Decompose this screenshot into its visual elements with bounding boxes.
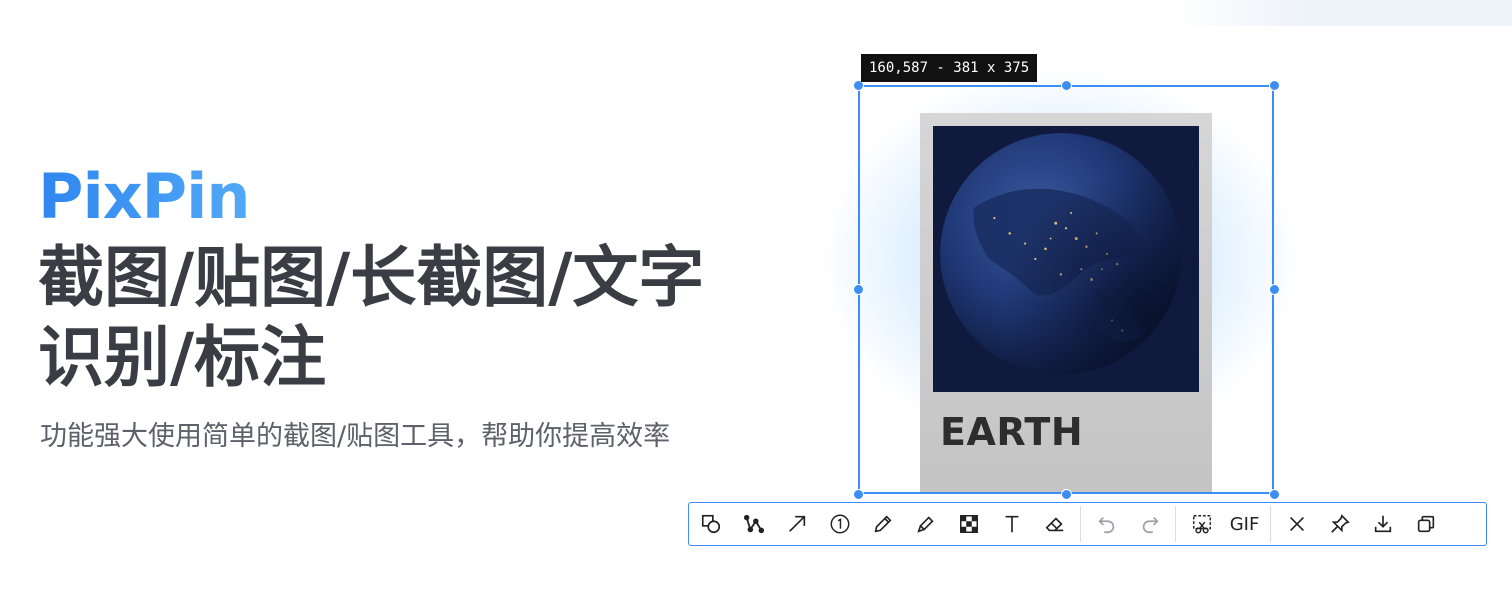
annotation-toolbar: GIF bbox=[688, 502, 1487, 546]
scroll-capture-icon bbox=[1192, 515, 1211, 534]
top-strip bbox=[1170, 0, 1512, 26]
resize-handle-bottom-right[interactable] bbox=[1269, 489, 1280, 500]
headline: 截图/贴图/长截图/文字 识别/标注 bbox=[38, 238, 758, 398]
mosaic-icon bbox=[959, 515, 978, 533]
save-button[interactable] bbox=[1361, 504, 1404, 544]
marker-tool-button[interactable] bbox=[904, 504, 947, 544]
resize-handle-top-right[interactable] bbox=[1269, 80, 1280, 91]
subtitle: 功能强大使用简单的截图/贴图工具，帮助你提高效率 bbox=[40, 421, 671, 452]
number-tool-button[interactable] bbox=[818, 504, 861, 544]
marker-icon bbox=[916, 516, 934, 533]
selection-frame[interactable] bbox=[858, 85, 1274, 494]
shape-tool-button[interactable] bbox=[689, 504, 732, 544]
headline-line-1: 截图/贴图/长截图/文字 bbox=[38, 239, 705, 316]
resize-handle-bottom[interactable] bbox=[1061, 489, 1072, 500]
redo-button[interactable] bbox=[1128, 504, 1171, 544]
toolbar-group-actions bbox=[1275, 503, 1447, 545]
undo-icon bbox=[1097, 516, 1114, 534]
polyline-tool-button[interactable] bbox=[732, 504, 775, 544]
close-icon bbox=[1289, 516, 1304, 532]
gif-icon: GIF bbox=[1229, 513, 1260, 535]
copy-icon bbox=[1417, 515, 1434, 533]
mosaic-tool-button[interactable] bbox=[947, 504, 990, 544]
undo-button[interactable] bbox=[1085, 504, 1128, 544]
number-circle-icon bbox=[830, 514, 849, 534]
copy-button[interactable] bbox=[1404, 504, 1447, 544]
toolbar-group-draw bbox=[689, 503, 1076, 545]
toolbar-group-history bbox=[1085, 503, 1171, 545]
resize-handle-right[interactable] bbox=[1269, 284, 1280, 295]
arrow-tool-button[interactable] bbox=[775, 504, 818, 544]
brand-title: PixPin bbox=[38, 160, 251, 233]
resize-handle-bottom-left[interactable] bbox=[853, 489, 864, 500]
headline-line-2: 识别/标注 bbox=[38, 319, 327, 396]
redo-icon bbox=[1142, 516, 1159, 534]
gif-record-button[interactable]: GIF bbox=[1223, 504, 1266, 544]
toolbar-separator bbox=[1175, 506, 1176, 542]
download-icon bbox=[1374, 515, 1391, 533]
pin-button[interactable] bbox=[1318, 504, 1361, 544]
dimension-label: 160,587 - 381 x 375 bbox=[861, 54, 1038, 82]
pin-icon bbox=[1330, 514, 1350, 533]
long-screenshot-button[interactable] bbox=[1180, 504, 1223, 544]
toolbar-group-capture: GIF bbox=[1180, 503, 1266, 545]
eraser-tool-button[interactable] bbox=[1033, 504, 1076, 544]
toolbar-separator bbox=[1080, 506, 1081, 542]
toolbar-separator bbox=[1270, 506, 1271, 542]
eraser-icon bbox=[1045, 517, 1063, 532]
pencil-tool-button[interactable] bbox=[861, 504, 904, 544]
polyline-icon bbox=[743, 514, 764, 534]
text-icon bbox=[1005, 515, 1018, 533]
text-tool-button[interactable] bbox=[990, 504, 1033, 544]
arrow-icon bbox=[788, 515, 805, 532]
resize-handle-left[interactable] bbox=[853, 284, 864, 295]
pencil-icon bbox=[874, 515, 892, 533]
resize-handle-top[interactable] bbox=[1061, 80, 1072, 91]
shape-icon bbox=[701, 514, 720, 534]
close-button[interactable] bbox=[1275, 504, 1318, 544]
